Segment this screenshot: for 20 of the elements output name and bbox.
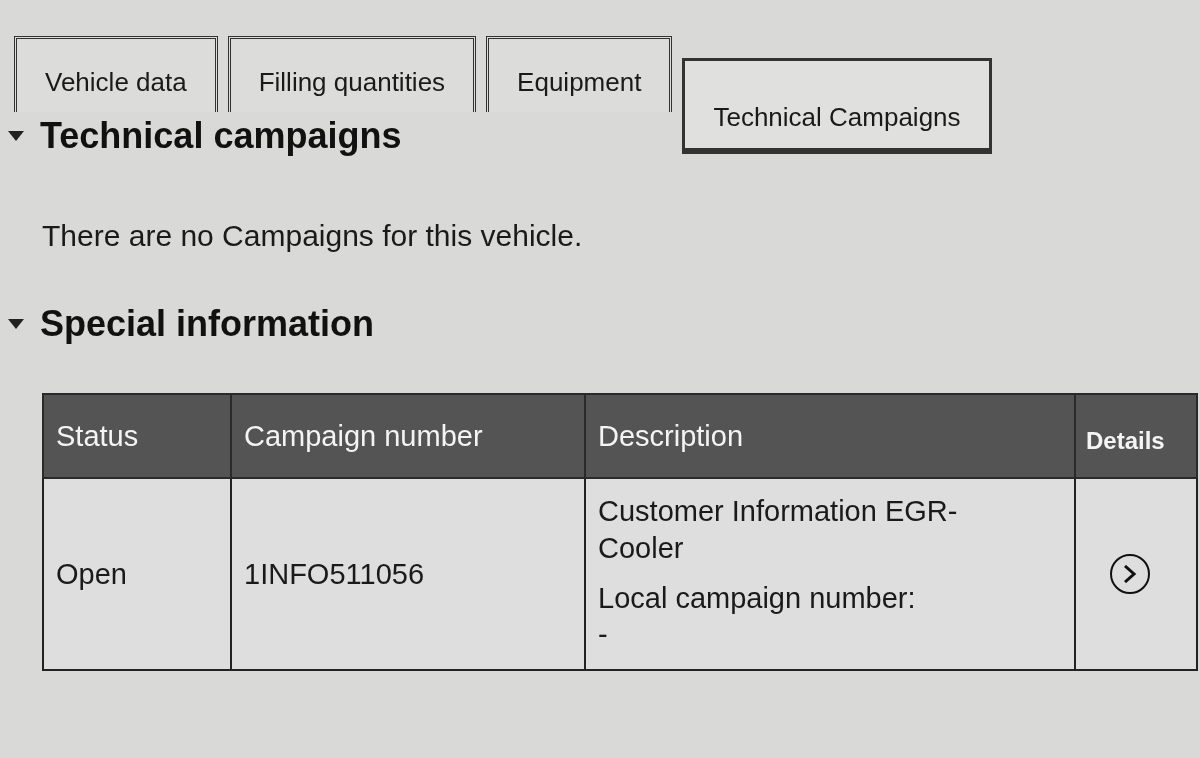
details-button[interactable] (1110, 554, 1150, 595)
column-header: Details (1075, 394, 1197, 479)
empty-message: There are no Campaigns for this vehicle. (41, 218, 584, 255)
description-text: Customer Information EGR-Cooler (598, 494, 959, 566)
tab[interactable]: Vehicle data (14, 36, 218, 112)
table-cell: Open (43, 478, 231, 671)
tab[interactable]: Equipment (486, 36, 673, 112)
section-heading: Technical campaigns (40, 114, 402, 158)
table-cell: 1INFO511056 (231, 478, 585, 671)
column-header: Status (43, 394, 231, 479)
tab[interactable]: Technical Campaigns (682, 58, 992, 154)
local-campaign-label: Local campaign number: (598, 580, 917, 616)
column-header: Campaign number (231, 394, 585, 479)
chevron-right-icon (1123, 565, 1137, 584)
local-campaign-value: - (598, 617, 609, 653)
section-heading: Special information (40, 302, 375, 346)
caret-down-icon[interactable] (8, 130, 24, 141)
column-header: Description (585, 394, 1075, 479)
tab[interactable]: Filling quantities (227, 36, 477, 112)
caret-down-icon[interactable] (8, 318, 24, 329)
